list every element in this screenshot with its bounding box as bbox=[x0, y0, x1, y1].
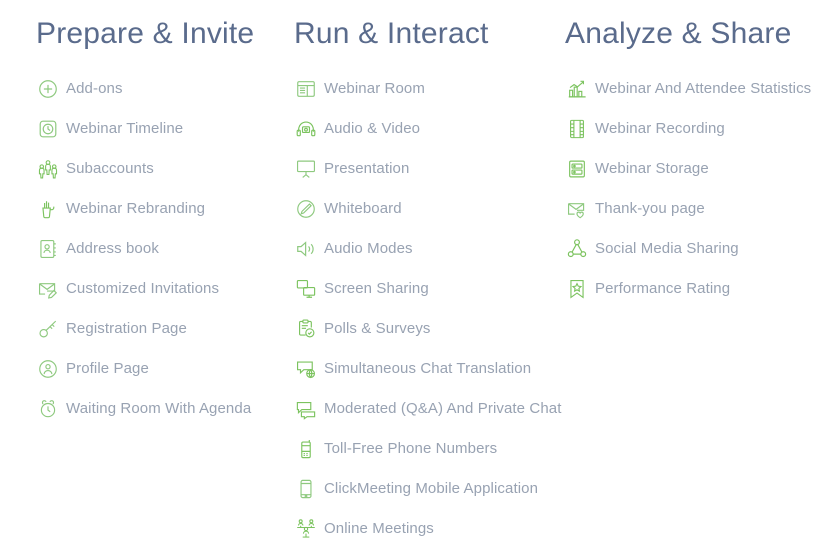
feature-list-run-interact: Webinar Room Audio & Video Presentation … bbox=[294, 69, 561, 549]
column-heading-prepare-invite: Prepare & Invite bbox=[36, 17, 255, 50]
feature-label: Online Meetings bbox=[324, 520, 434, 537]
feature-label: ClickMeeting Mobile Application bbox=[324, 480, 539, 497]
address-book-icon bbox=[36, 237, 60, 261]
paint-cup-icon bbox=[36, 197, 60, 221]
clipboard-check-icon bbox=[294, 317, 318, 341]
feature-item-audio-video[interactable]: Audio & Video bbox=[294, 109, 548, 149]
feature-item-customized-invitations[interactable]: Customized Invitations bbox=[36, 269, 275, 309]
feature-item-moderated-qa-private-chat[interactable]: Moderated (Q&A) And Private Chat bbox=[294, 389, 561, 429]
clock-square-icon bbox=[36, 117, 60, 141]
feature-item-thank-you-page[interactable]: Thank-you page bbox=[565, 189, 840, 229]
meeting-people-icon bbox=[294, 517, 318, 541]
feature-item-subaccounts[interactable]: Subaccounts bbox=[36, 149, 275, 189]
feature-label: Audio Modes bbox=[324, 240, 413, 257]
mobile-icon bbox=[294, 477, 318, 501]
feature-label: Profile Page bbox=[66, 360, 149, 377]
feature-label: Registration Page bbox=[66, 320, 187, 337]
feature-item-screen-sharing[interactable]: Screen Sharing bbox=[294, 269, 548, 309]
feature-item-address-book[interactable]: Address book bbox=[36, 229, 275, 269]
envelope-heart-icon bbox=[565, 197, 589, 221]
feature-item-waiting-room-with-agenda[interactable]: Waiting Room With Agenda bbox=[36, 389, 275, 429]
feature-label: Screen Sharing bbox=[324, 280, 429, 297]
pencil-circle-icon bbox=[294, 197, 318, 221]
screen-share-icon bbox=[294, 277, 318, 301]
feature-item-online-meetings[interactable]: Online Meetings bbox=[294, 509, 548, 549]
feature-label: Social Media Sharing bbox=[595, 240, 739, 257]
feature-column-prepare-invite: Prepare & Invite Add-ons Webinar Timelin… bbox=[0, 0, 275, 551]
feature-item-performance-rating[interactable]: Performance Rating bbox=[565, 269, 840, 309]
feature-item-social-media-sharing[interactable]: Social Media Sharing bbox=[565, 229, 840, 269]
feature-label: Webinar And Attendee Statistics bbox=[595, 80, 812, 97]
chat-globe-icon bbox=[294, 357, 318, 381]
chat-bubbles-icon bbox=[294, 397, 318, 421]
feature-column-analyze-share: Analyze & Share Webinar And Attendee Sta… bbox=[548, 0, 840, 551]
feature-item-webinar-rebranding[interactable]: Webinar Rebranding bbox=[36, 189, 275, 229]
feature-label: Audio & Video bbox=[324, 120, 421, 137]
feature-label: Address book bbox=[66, 240, 159, 257]
projector-screen-icon bbox=[294, 157, 318, 181]
feature-item-simultaneous-chat-translation[interactable]: Simultaneous Chat Translation bbox=[294, 349, 548, 389]
film-strip-icon bbox=[565, 117, 589, 141]
feature-item-add-ons[interactable]: Add-ons bbox=[36, 69, 275, 109]
feature-label: Presentation bbox=[324, 160, 410, 177]
feature-item-audio-modes[interactable]: Audio Modes bbox=[294, 229, 548, 269]
phone-icon bbox=[294, 437, 318, 461]
feature-item-presentation[interactable]: Presentation bbox=[294, 149, 548, 189]
feature-item-webinar-and-attendee-statistics[interactable]: Webinar And Attendee Statistics bbox=[565, 69, 840, 109]
features-board: Prepare & Invite Add-ons Webinar Timelin… bbox=[0, 0, 840, 551]
ribbon-star-icon bbox=[565, 277, 589, 301]
feature-label: Add-ons bbox=[66, 80, 123, 97]
feature-label: Thank-you page bbox=[595, 200, 705, 217]
feature-label: Webinar Room bbox=[324, 80, 425, 97]
feature-list-analyze-share: Webinar And Attendee Statistics Webinar … bbox=[565, 69, 840, 309]
feature-list-prepare-invite: Add-ons Webinar Timeline Subaccounts Web… bbox=[36, 69, 275, 429]
feature-label: Performance Rating bbox=[595, 280, 731, 297]
envelope-pencil-icon bbox=[36, 277, 60, 301]
share-nodes-icon bbox=[565, 237, 589, 261]
feature-label: Simultaneous Chat Translation bbox=[324, 360, 532, 377]
people-group-icon bbox=[36, 157, 60, 181]
headset-icon bbox=[294, 117, 318, 141]
column-heading-run-interact: Run & Interact bbox=[294, 17, 489, 50]
feature-label: Webinar Timeline bbox=[66, 120, 184, 137]
plus-circle-icon bbox=[36, 77, 60, 101]
window-layout-icon bbox=[294, 77, 318, 101]
feature-item-registration-page[interactable]: Registration Page bbox=[36, 309, 275, 349]
feature-item-clickmeeting-mobile-application[interactable]: ClickMeeting Mobile Application bbox=[294, 469, 548, 509]
feature-item-profile-page[interactable]: Profile Page bbox=[36, 349, 275, 389]
feature-label: Subaccounts bbox=[66, 160, 154, 177]
feature-item-webinar-room[interactable]: Webinar Room bbox=[294, 69, 548, 109]
feature-item-webinar-storage[interactable]: Webinar Storage bbox=[565, 149, 840, 189]
feature-label: Whiteboard bbox=[324, 200, 402, 217]
user-circle-icon bbox=[36, 357, 60, 381]
feature-label: Toll-Free Phone Numbers bbox=[324, 440, 498, 457]
feature-label: Webinar Storage bbox=[595, 160, 709, 177]
feature-label: Moderated (Q&A) And Private Chat bbox=[324, 400, 562, 417]
feature-item-whiteboard[interactable]: Whiteboard bbox=[294, 189, 548, 229]
feature-item-polls-surveys[interactable]: Polls & Surveys bbox=[294, 309, 548, 349]
server-storage-icon bbox=[565, 157, 589, 181]
feature-item-toll-free-phone-numbers[interactable]: Toll-Free Phone Numbers bbox=[294, 429, 548, 469]
feature-label: Webinar Recording bbox=[595, 120, 725, 137]
feature-label: Polls & Surveys bbox=[324, 320, 431, 337]
feature-item-webinar-timeline[interactable]: Webinar Timeline bbox=[36, 109, 275, 149]
feature-item-webinar-recording[interactable]: Webinar Recording bbox=[565, 109, 840, 149]
bar-chart-trend-icon bbox=[565, 77, 589, 101]
feature-column-run-interact: Run & Interact Webinar Room Audio & Vide… bbox=[275, 0, 561, 551]
key-icon bbox=[36, 317, 60, 341]
feature-label: Webinar Rebranding bbox=[66, 200, 206, 217]
speaker-icon bbox=[294, 237, 318, 261]
feature-label: Waiting Room With Agenda bbox=[66, 400, 252, 417]
alarm-clock-icon bbox=[36, 397, 60, 421]
column-heading-analyze-share: Analyze & Share bbox=[565, 17, 792, 50]
feature-label: Customized Invitations bbox=[66, 280, 220, 297]
